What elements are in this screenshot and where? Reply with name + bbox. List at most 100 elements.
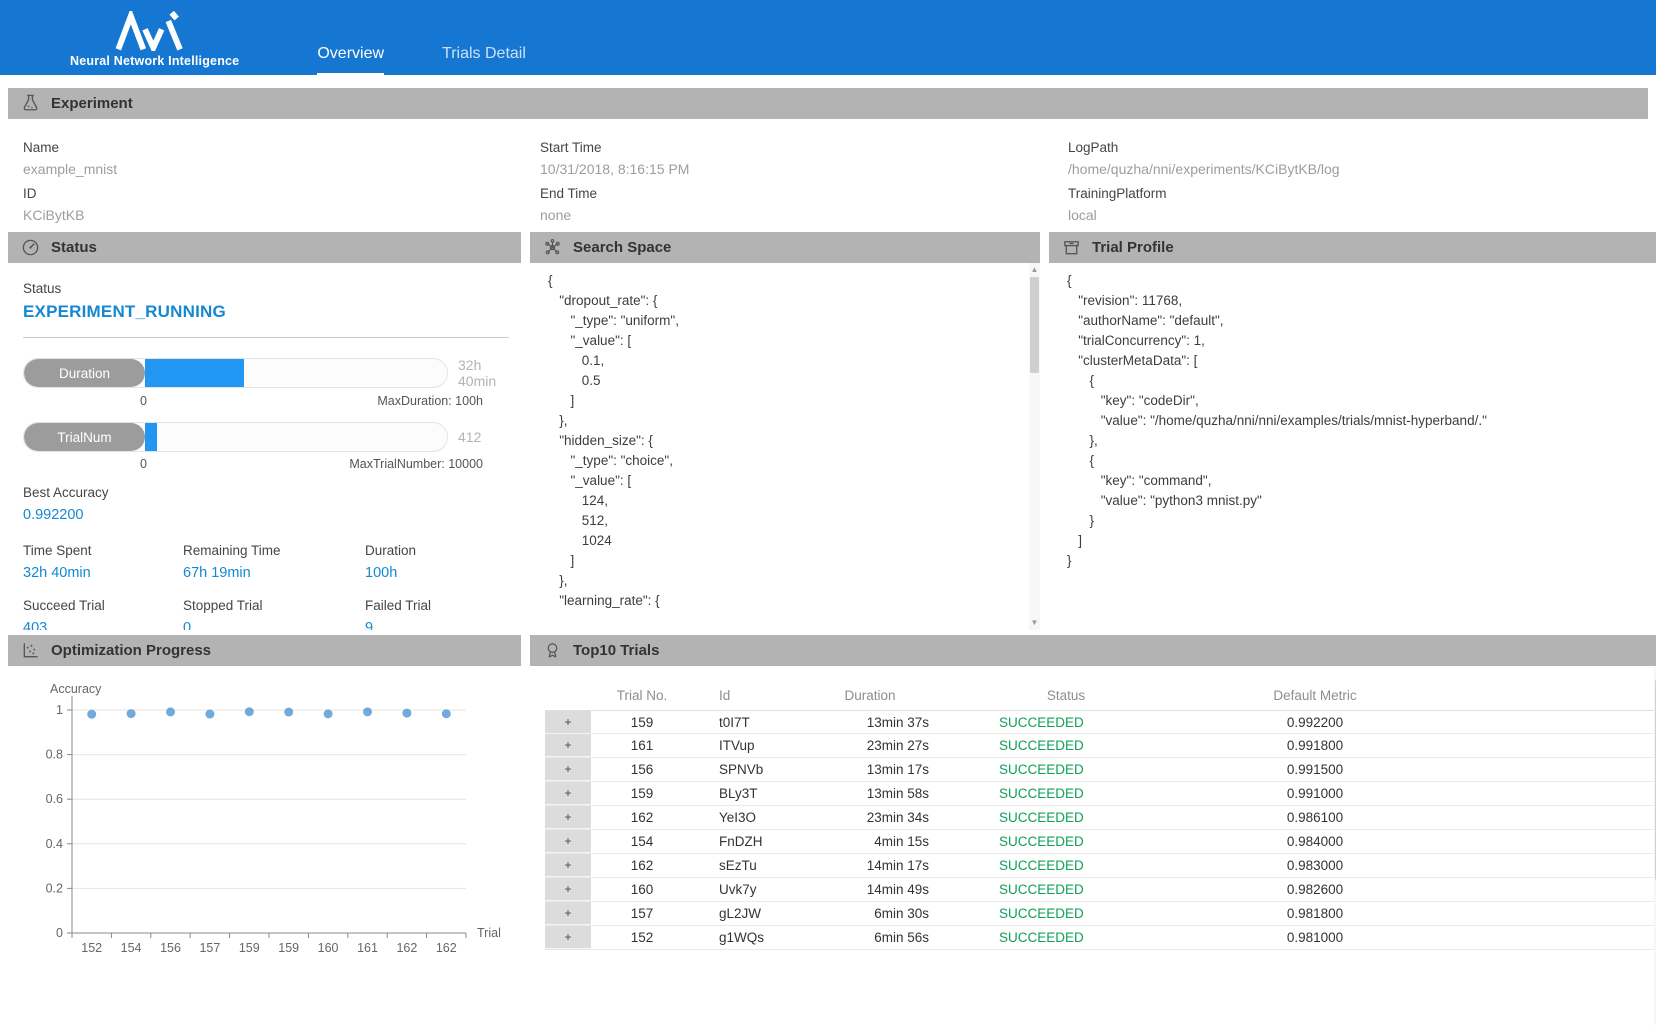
cell-id: g1WQs	[719, 930, 811, 945]
progress-min: 0	[140, 394, 147, 408]
trialnum-progress-fill	[145, 423, 157, 451]
optimization-chart-wrap: 00.20.40.60.8115215415615715915916016116…	[8, 666, 521, 985]
section-title: Optimization Progress	[51, 642, 211, 659]
field-label: End Time	[540, 186, 1068, 201]
cell-id: ITVup	[719, 738, 811, 753]
expand-row-button[interactable]: +	[545, 758, 591, 781]
field-value: /home/quzha/nni/experiments/KCiBytKB/log	[1068, 161, 1648, 177]
svg-text:159: 159	[239, 941, 260, 955]
cell-default-metric: 0.981800	[1147, 906, 1483, 921]
field-value: 10/31/2018, 8:16:15 PM	[540, 161, 1068, 177]
stat-label: Stopped Trial	[183, 598, 365, 613]
search-space-scrollbar[interactable]: ▲ ▼	[1029, 263, 1040, 630]
scatter-chart-icon	[21, 641, 40, 660]
search-space-panel: Search Space { "dropout_rate": { "_type"…	[530, 232, 1040, 630]
col-trial-no: Trial No.	[591, 688, 693, 703]
cell-id: YeI3O	[719, 810, 811, 825]
cell-default-metric: 0.981000	[1147, 930, 1483, 945]
cell-default-metric: 0.992200	[1147, 715, 1483, 730]
cell-id: gL2JW	[719, 906, 811, 921]
svg-text:0.6: 0.6	[46, 792, 63, 806]
cell-trial-no: 162	[591, 810, 693, 825]
tab-trials-detail[interactable]: Trials Detail	[442, 45, 526, 75]
status-label: Status	[23, 281, 509, 296]
expand-row-button[interactable]: +	[545, 711, 591, 734]
divider	[23, 337, 509, 338]
stat-label: Failed Trial	[365, 598, 509, 613]
cell-duration: 13min 58s	[811, 786, 929, 801]
cell-status: SUCCEEDED	[985, 810, 1147, 825]
expand-row-button[interactable]: +	[545, 734, 591, 757]
table-row: + 152 g1WQs 6min 56s SUCCEEDED 0.981000	[545, 926, 1656, 950]
expand-row-button[interactable]: +	[545, 878, 591, 901]
search-space-header: Search Space	[530, 232, 1040, 263]
stat-cell: Remaining Time 67h 19min	[183, 543, 365, 581]
expand-row-button[interactable]: +	[545, 854, 591, 877]
expand-row-button[interactable]: +	[545, 806, 591, 829]
svg-text:160: 160	[318, 941, 339, 955]
experiment-info: Name example_mnist ID KCiBytKB Start Tim…	[8, 119, 1648, 232]
cell-trial-no: 154	[591, 834, 693, 849]
cell-id: t0I7T	[719, 715, 811, 730]
table-row: + 157 gL2JW 6min 30s SUCCEEDED 0.981800	[545, 902, 1656, 926]
status-header: Status	[8, 232, 521, 263]
status-stats: Time Spent 32h 40min Remaining Time 67h …	[23, 543, 509, 630]
stat-label: Remaining Time	[183, 543, 365, 558]
svg-text:154: 154	[121, 941, 142, 955]
experiment-section: Experiment Name example_mnist ID KCiBytK…	[8, 88, 1648, 232]
cell-trial-no: 159	[591, 715, 693, 730]
best-accuracy: Best Accuracy 0.992200	[23, 485, 509, 523]
expand-row-button[interactable]: +	[545, 926, 591, 949]
top10-trials-header: Top10 Trials	[530, 635, 1656, 666]
nav-tabs: Overview Trials Detail	[317, 45, 526, 75]
svg-text:0: 0	[56, 926, 63, 940]
cell-status: SUCCEEDED	[985, 906, 1147, 921]
svg-text:159: 159	[278, 941, 299, 955]
svg-text:162: 162	[436, 941, 457, 955]
cell-status: SUCCEEDED	[985, 715, 1147, 730]
stat-label: Succeed Trial	[23, 598, 183, 613]
progress-max: MaxDuration: 100h	[377, 394, 483, 408]
brand-caption: Neural Network Intelligence	[70, 54, 239, 68]
cell-trial-no: 161	[591, 738, 693, 753]
scroll-down-icon[interactable]: ▼	[1031, 616, 1039, 630]
col-status: Status	[985, 688, 1147, 703]
cell-status: SUCCEEDED	[985, 786, 1147, 801]
cell-status: SUCCEEDED	[985, 882, 1147, 897]
scroll-up-icon[interactable]: ▲	[1031, 263, 1039, 277]
cell-duration: 23min 27s	[811, 738, 929, 753]
cell-id: BLy3T	[719, 786, 811, 801]
field-value: local	[1068, 207, 1648, 223]
trial-profile-panel: Trial Profile { "revision": 11768, "auth…	[1049, 232, 1656, 630]
cell-duration: 13min 37s	[811, 715, 929, 730]
cell-id: Uvk7y	[719, 882, 811, 897]
accuracy-scatter-chart[interactable]: 00.20.40.60.8115215415615715915916016116…	[14, 680, 519, 980]
field-label: Name	[23, 140, 540, 155]
cell-status: SUCCEEDED	[985, 858, 1147, 873]
stat-cell: Stopped Trial 0	[183, 598, 365, 630]
trialnum-progress-range: 0 MaxTrialNumber: 10000	[23, 457, 483, 471]
svg-text:0.4: 0.4	[46, 837, 63, 851]
search-space-json: { "dropout_rate": { "_type": "uniform", …	[530, 263, 1040, 630]
svg-text:156: 156	[160, 941, 181, 955]
expand-row-button[interactable]: +	[545, 902, 591, 925]
cell-status: SUCCEEDED	[985, 762, 1147, 777]
expand-row-button[interactable]: +	[545, 782, 591, 805]
expand-row-button[interactable]: +	[545, 830, 591, 853]
experiment-col-3: LogPath /home/quzha/nni/experiments/KCiB…	[1068, 131, 1648, 232]
cell-duration: 4min 15s	[811, 834, 929, 849]
col-duration: Duration	[811, 688, 929, 703]
cell-duration: 6min 30s	[811, 906, 929, 921]
duration-progress-value: 32h 40min	[458, 357, 509, 389]
section-title: Status	[51, 239, 97, 256]
duration-progress-label: Duration	[24, 359, 145, 387]
scrollbar-thumb[interactable]	[1030, 277, 1039, 373]
trial-profile-json: { "revision": 11768, "authorName": "defa…	[1049, 263, 1656, 630]
top-nav: Neural Network Intelligence Overview Tri…	[0, 0, 1656, 75]
field-value: KCiBytKB	[23, 207, 540, 223]
experiment-col-2: Start Time 10/31/2018, 8:16:15 PM End Ti…	[540, 131, 1068, 232]
trialnum-progress: TrialNum 412	[23, 422, 509, 452]
status-value: EXPERIMENT_RUNNING	[23, 302, 509, 322]
tab-overview[interactable]: Overview	[317, 45, 384, 75]
stat-label: Time Spent	[23, 543, 183, 558]
